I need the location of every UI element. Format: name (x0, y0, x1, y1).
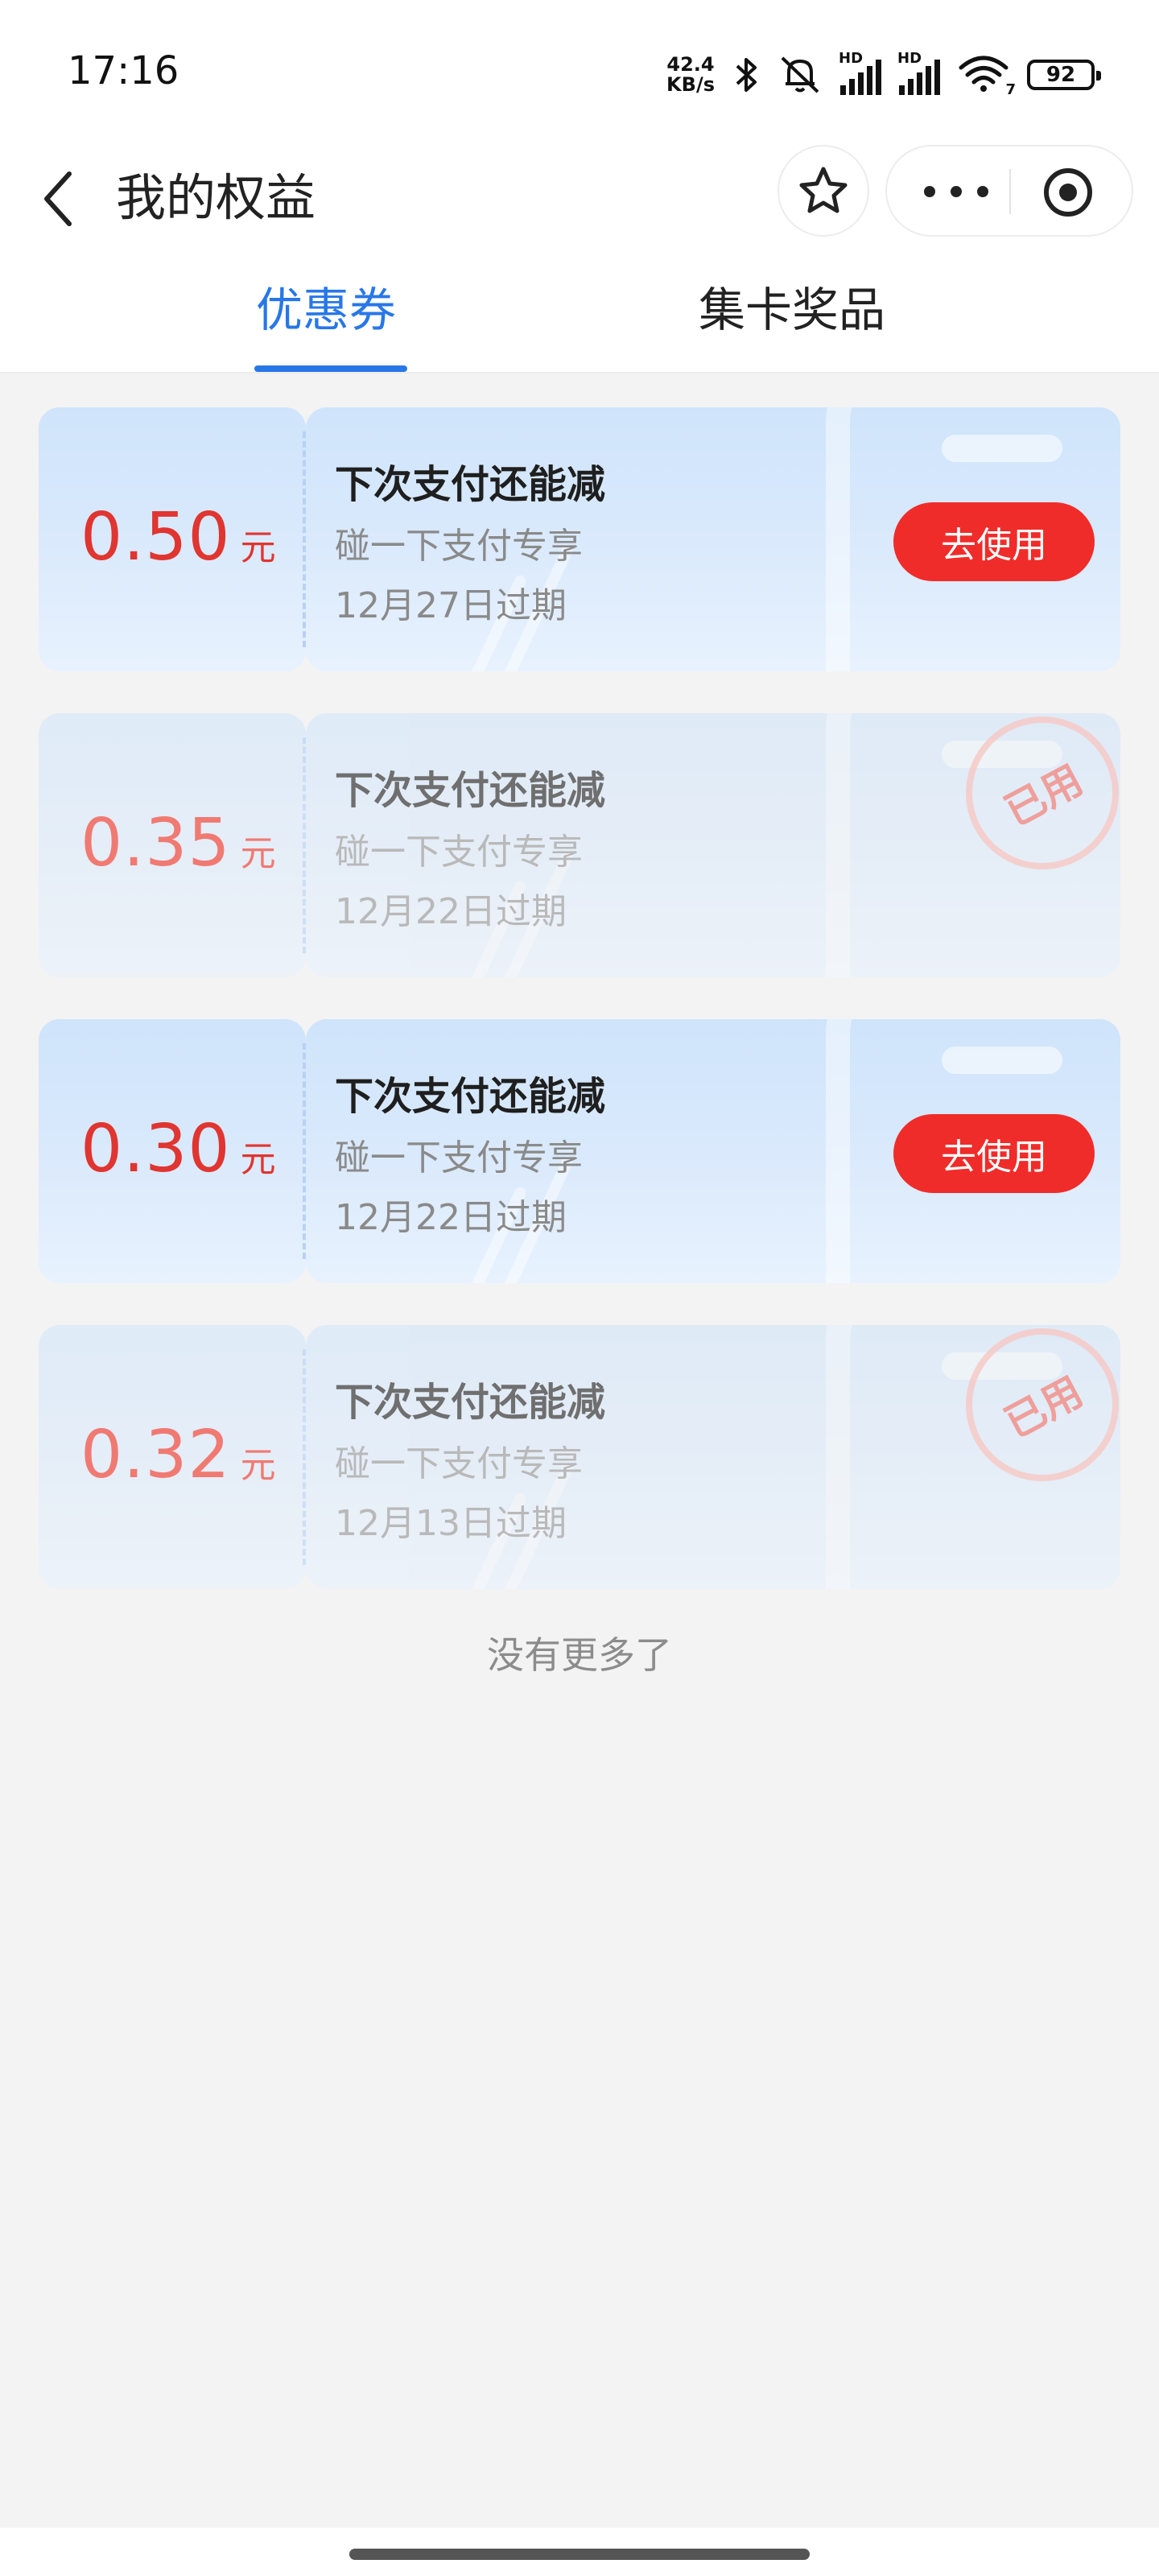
coupon-info-panel: 下次支付还能减 碰一下支付专享 12月27日过期 去使用 (306, 407, 1120, 671)
close-target-icon[interactable] (1040, 164, 1096, 221)
decorative-shape (942, 435, 1062, 462)
star-icon (799, 167, 848, 213)
wifi-indicator: 7 (958, 53, 1016, 98)
status-icons: 42.4 KB/s HD HD 7 92 (666, 47, 1101, 103)
coupon-amount-value: 0.30 (80, 1111, 231, 1187)
coupon-subtitle: 碰一下支付专享 (335, 526, 583, 567)
coupon-divider (303, 1349, 306, 1565)
used-stamp: 已用 (966, 1328, 1119, 1481)
coupon-card[interactable]: 0.35 元 下次支付还能减 碰一下支付专享 12月22日过期 已用 (39, 713, 1120, 977)
wifi-icon (959, 56, 1008, 92)
coupon-amount-value: 0.50 (80, 499, 231, 576)
status-bar: 17:16 42.4 KB/s HD HD 7 92 (0, 0, 1159, 145)
network-speed-unit: KB/s (666, 73, 715, 96)
coupon-card[interactable]: 0.50 元 下次支付还能减 碰一下支付专享 12月27日过期 去使用 (39, 407, 1120, 671)
mini-program-capsule (885, 145, 1133, 237)
coupon-divider (303, 431, 306, 647)
coupon-expiry: 12月27日过期 (335, 585, 567, 626)
battery-icon: 92 (1027, 60, 1101, 90)
more-icon[interactable] (924, 174, 988, 209)
coupon-amount-value: 0.35 (80, 805, 231, 881)
sim2-hd-label: HD (897, 50, 922, 67)
coupon-card[interactable]: 0.32 元 下次支付还能减 碰一下支付专享 12月13日过期 已用 (39, 1325, 1120, 1589)
page-title: 我的权益 (116, 168, 316, 227)
coupon-amount-value: 0.32 (80, 1417, 231, 1493)
favorite-button[interactable] (777, 145, 869, 237)
coupon-amount: 0.50 元 (80, 499, 276, 580)
coupon-expiry: 12月22日过期 (335, 891, 567, 932)
coupon-divider (303, 737, 306, 953)
back-arrow-icon[interactable] (34, 163, 82, 235)
mute-bell-icon (781, 56, 819, 93)
used-stamp-label: 已用 (997, 756, 1091, 836)
coupon-expiry: 12月22日过期 (335, 1197, 567, 1238)
gesture-bar (0, 2528, 1159, 2576)
coupon-subtitle: 碰一下支付专享 (335, 832, 583, 873)
wifi-label: 7 (1005, 81, 1016, 98)
tab-card-prizes[interactable]: 集卡奖品 (699, 282, 885, 338)
signal-sim2-icon: HD (897, 50, 940, 95)
coupon-info-text: 下次支付还能减 碰一下支付专享 12月13日过期 已用 (306, 1325, 1120, 1589)
home-indicator[interactable] (349, 2549, 810, 2560)
tab-coupons[interactable]: 优惠券 (256, 282, 396, 338)
coupon-amount-unit: 元 (240, 1445, 276, 1486)
coupon-amount: 0.32 元 (80, 1417, 276, 1497)
sim1-hd-label: HD (839, 50, 864, 67)
use-coupon-button[interactable]: 去使用 (893, 1114, 1095, 1193)
coupon-info-panel: 下次支付还能减 碰一下支付专享 12月22日过期 去使用 (306, 1019, 1120, 1283)
decorative-shape (942, 1046, 1062, 1074)
coupon-title: 下次支付还能减 (335, 1074, 606, 1119)
coupon-title: 下次支付还能减 (335, 1380, 606, 1425)
battery-level: 92 (1046, 63, 1076, 87)
status-time: 17:16 (68, 48, 179, 93)
bluetooth-icon (736, 58, 757, 92)
coupon-expiry: 12月13日过期 (335, 1503, 567, 1544)
active-tab-indicator (254, 365, 407, 372)
coupon-amount-panel: 0.50 元 (39, 407, 306, 671)
end-of-list-text: 没有更多了 (487, 1633, 672, 1677)
coupon-info-text: 下次支付还能减 碰一下支付专享 12月22日过期 已用 (306, 713, 1120, 977)
coupon-title: 下次支付还能减 (335, 462, 606, 507)
coupon-amount: 0.30 元 (80, 1111, 276, 1191)
navigation-bar: 我的权益 (0, 145, 1159, 250)
coupon-amount-panel: 0.30 元 (39, 1019, 306, 1283)
coupon-card[interactable]: 0.30 元 下次支付还能减 碰一下支付专享 12月22日过期 去使用 (39, 1019, 1120, 1283)
capsule-divider (1009, 169, 1011, 214)
used-stamp: 已用 (966, 716, 1119, 869)
coupon-amount-unit: 元 (240, 833, 276, 874)
network-speed: 42.4 KB/s (666, 55, 715, 95)
coupon-subtitle: 碰一下支付专享 (335, 1443, 583, 1484)
coupon-amount-unit: 元 (240, 1139, 276, 1180)
coupon-amount: 0.35 元 (80, 805, 276, 886)
coupon-title: 下次支付还能减 (335, 768, 606, 813)
coupon-amount-unit: 元 (240, 527, 276, 568)
top-bar: 17:16 42.4 KB/s HD HD 7 92 我的权益 优惠券 集卡奖品 (0, 0, 1159, 374)
use-coupon-button[interactable]: 去使用 (893, 502, 1095, 581)
tab-bar: 优惠券 集卡奖品 (0, 266, 1159, 374)
network-speed-value: 42.4 (666, 53, 715, 76)
coupon-subtitle: 碰一下支付专享 (335, 1137, 583, 1179)
signal-sim1-icon: HD (839, 50, 881, 95)
used-stamp-label: 已用 (997, 1368, 1091, 1447)
coupon-divider (303, 1043, 306, 1259)
